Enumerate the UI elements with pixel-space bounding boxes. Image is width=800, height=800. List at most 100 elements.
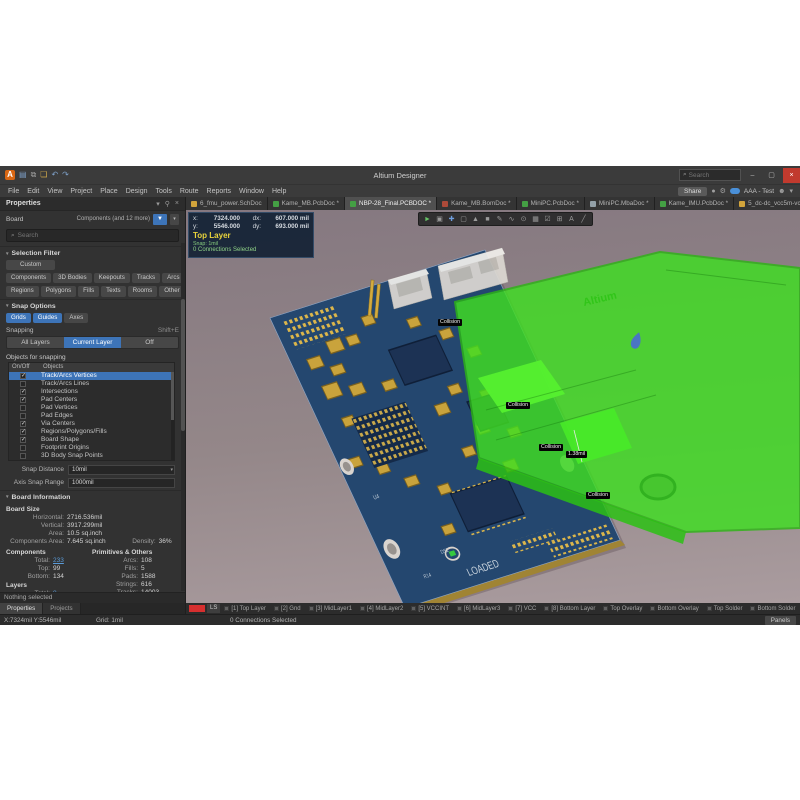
tool-icon[interactable]: ☑ bbox=[542, 215, 553, 223]
layer-tab[interactable]: [8] Bottom Layer bbox=[540, 606, 599, 612]
panel-tab[interactable]: Properties bbox=[0, 603, 43, 614]
panel-search[interactable]: ⌕ bbox=[6, 229, 179, 242]
redo-icon[interactable]: ↷ bbox=[62, 170, 69, 180]
row-checkbox[interactable] bbox=[20, 413, 26, 419]
document-tab[interactable]: MiniPC.MbaDoc * bbox=[585, 197, 655, 210]
tool-icon[interactable]: ╱ bbox=[578, 215, 589, 223]
tool-icon[interactable]: ▲ bbox=[470, 216, 481, 223]
document-tab[interactable]: Kame_IMU.PcbDoc * bbox=[655, 197, 735, 210]
menu-item[interactable]: Help bbox=[268, 188, 290, 195]
panel-search-input[interactable] bbox=[18, 232, 174, 239]
menu-item[interactable]: Reports bbox=[203, 188, 236, 195]
filter-type-button[interactable]: Fills bbox=[78, 286, 99, 296]
save-icon[interactable]: ▤ bbox=[19, 170, 27, 180]
filter-scope-label[interactable]: Components (and 12 more) bbox=[77, 216, 150, 222]
section-board-information[interactable]: ▾ Board Information bbox=[0, 490, 185, 503]
table-row[interactable]: Pad Edges bbox=[9, 412, 174, 420]
open-folder-icon[interactable]: ❏ bbox=[40, 170, 47, 180]
menu-item[interactable]: View bbox=[43, 188, 66, 195]
menu-item[interactable]: Project bbox=[66, 188, 96, 195]
row-checkbox[interactable] bbox=[20, 373, 26, 379]
document-tab[interactable]: Kame_MB.BomDoc * bbox=[437, 197, 517, 210]
filter-type-button[interactable]: Tracks bbox=[132, 273, 160, 283]
document-tab[interactable]: NBP-28_Final.PCBDOC * bbox=[345, 197, 437, 210]
undo-icon[interactable]: ↶ bbox=[51, 170, 58, 180]
menu-item[interactable]: Tools bbox=[152, 188, 176, 195]
panel-pin-icon[interactable]: ⚲ bbox=[165, 200, 170, 208]
document-tab[interactable]: 6_fmu_power.SchDoc bbox=[186, 197, 268, 210]
menu-item[interactable]: Edit bbox=[23, 188, 43, 195]
row-checkbox[interactable] bbox=[20, 437, 26, 443]
layer-tab[interactable]: Bottom Overlay bbox=[646, 606, 702, 612]
document-tab[interactable]: MiniPC.PcbDoc * bbox=[517, 197, 585, 210]
bell-icon[interactable]: ● bbox=[711, 188, 715, 195]
snapping-mode-button[interactable]: Current Layer bbox=[64, 337, 121, 348]
snap-toggle-button[interactable]: Grids bbox=[6, 313, 31, 323]
custom-filter-button[interactable]: Custom bbox=[6, 260, 55, 270]
row-checkbox[interactable] bbox=[20, 421, 26, 427]
row-checkbox[interactable] bbox=[20, 381, 26, 387]
section-snap-options[interactable]: ▾ Snap Options bbox=[0, 299, 185, 312]
pcb-3d-viewport[interactable]: LOADED U4 DS2 R14 bbox=[186, 210, 800, 603]
layer-set-button[interactable]: LS bbox=[207, 604, 220, 613]
tool-icon[interactable]: ⊞ bbox=[554, 215, 565, 223]
user-icon[interactable]: ☻ bbox=[778, 188, 785, 195]
layer-tab[interactable]: [1] Top Layer bbox=[220, 606, 270, 612]
table-row[interactable]: Via Centers bbox=[9, 420, 174, 428]
menu-item[interactable]: Place bbox=[96, 188, 122, 195]
layer-tab[interactable]: Top Solder bbox=[703, 606, 747, 612]
tool-icon[interactable]: ✎ bbox=[494, 215, 505, 223]
global-search[interactable]: ⌕ bbox=[679, 169, 741, 181]
table-row[interactable]: Board Shape bbox=[9, 436, 174, 444]
table-row[interactable]: Regions/Polygons/Fills bbox=[9, 428, 174, 436]
minimize-button[interactable]: – bbox=[745, 168, 760, 183]
snap-toggle-button[interactable]: Guides bbox=[33, 313, 63, 323]
tool-icon[interactable]: ▦ bbox=[530, 215, 541, 223]
table-scrollbar[interactable] bbox=[171, 372, 174, 460]
close-button[interactable]: × bbox=[783, 168, 800, 183]
axis-snap-range-input[interactable] bbox=[68, 478, 175, 488]
layer-tab[interactable]: [6] MidLayer3 bbox=[453, 606, 504, 612]
filter-type-button[interactable]: Rooms bbox=[128, 286, 158, 296]
tool-icon[interactable]: ▢ bbox=[458, 215, 469, 223]
row-checkbox[interactable] bbox=[20, 445, 26, 451]
menu-item[interactable]: Window bbox=[235, 188, 268, 195]
panel-dropdown-icon[interactable]: ▾ bbox=[156, 200, 160, 208]
filter-type-button[interactable]: 3D Bodies bbox=[53, 273, 92, 283]
layer-tab[interactable]: Top Overlay bbox=[599, 606, 646, 612]
layer-tab[interactable]: [5] VCCINT bbox=[407, 606, 453, 612]
document-tab[interactable]: 5_dc-dc_vcc5m-vcc3m.SchDoc bbox=[734, 197, 800, 210]
filter-type-button[interactable]: Keepouts bbox=[94, 273, 130, 283]
user-caret-icon[interactable]: ▾ bbox=[789, 187, 793, 195]
tool-icon[interactable]: ▣ bbox=[434, 215, 445, 223]
filter-dropdown-button[interactable]: ▾ bbox=[170, 214, 179, 225]
filter-type-button[interactable]: Polygons bbox=[41, 286, 76, 296]
table-row[interactable]: Track/Arcs Vertices bbox=[9, 372, 174, 380]
row-checkbox[interactable] bbox=[20, 405, 26, 411]
row-checkbox[interactable] bbox=[20, 453, 26, 459]
copy-icon[interactable]: ⧉ bbox=[31, 170, 37, 180]
row-checkbox[interactable] bbox=[20, 397, 26, 403]
layer-tab[interactable]: [7] VCC bbox=[504, 606, 540, 612]
layer-tab[interactable]: [3] MidLayer1 bbox=[305, 606, 356, 612]
snapping-mode-button[interactable]: Off bbox=[121, 337, 178, 348]
tool-icon[interactable]: ■ bbox=[482, 216, 493, 223]
layer-tab[interactable]: [2] Gnd bbox=[270, 606, 305, 612]
filter-type-button[interactable]: Components bbox=[6, 273, 51, 283]
document-tab[interactable]: Kame_MB.PcbDoc * bbox=[268, 197, 345, 210]
filter-type-button[interactable]: Texts bbox=[101, 286, 125, 296]
row-checkbox[interactable] bbox=[20, 389, 26, 395]
tool-icon[interactable]: ⊙ bbox=[518, 215, 529, 223]
share-button[interactable]: Share bbox=[678, 187, 707, 196]
layer-tab[interactable]: Bottom Solder bbox=[746, 606, 799, 612]
tool-icon[interactable]: ► bbox=[422, 216, 433, 223]
row-checkbox[interactable] bbox=[20, 429, 26, 435]
user-name[interactable]: AAA - Test bbox=[744, 188, 774, 195]
menu-item[interactable]: Route bbox=[176, 188, 203, 195]
panel-tab[interactable]: Projects bbox=[43, 603, 80, 614]
menu-item[interactable]: File bbox=[4, 188, 23, 195]
filter-type-button[interactable]: Regions bbox=[6, 286, 39, 296]
global-search-input[interactable] bbox=[689, 172, 737, 179]
tool-icon[interactable]: ∿ bbox=[506, 215, 517, 223]
gear-icon[interactable]: ⚙ bbox=[720, 187, 726, 195]
